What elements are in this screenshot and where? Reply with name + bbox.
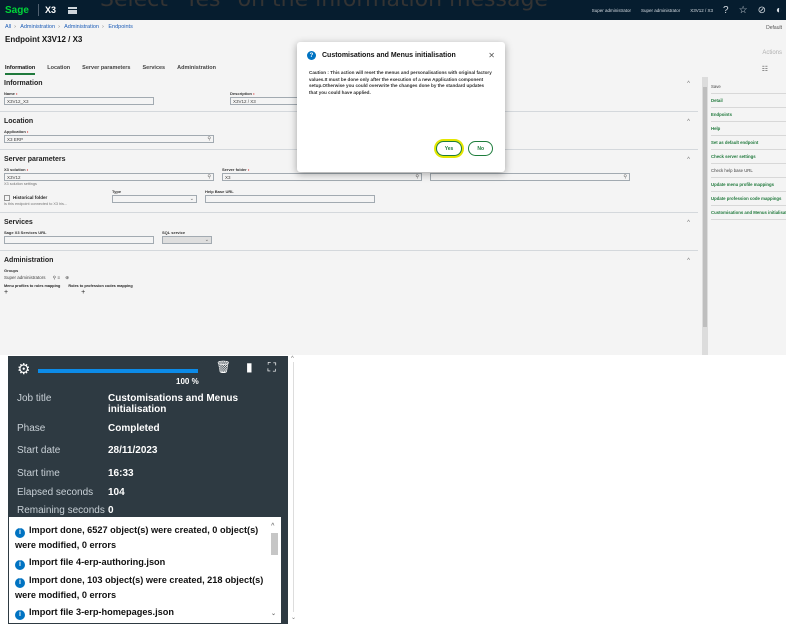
job-title-row: Job title Customisations and Menus initi… (17, 393, 277, 415)
log-line: i Import done, 6527 object(s) were create… (15, 525, 259, 550)
sage-logo[interactable]: Sage (0, 5, 32, 16)
scroll-up-icon: ^ (271, 523, 275, 529)
job-log[interactable]: i Import done, 6527 object(s) were create… (9, 517, 281, 623)
elapsed-seconds-row: Elapsed seconds 104 (17, 487, 277, 498)
start-date-value: 28/11/2023 (108, 445, 158, 456)
progress-label: 100 % (176, 377, 199, 386)
delete-icon[interactable]: 🗑 (216, 360, 231, 375)
start-date-row: Start date 28/11/2023 (17, 445, 277, 456)
log-line: i Import file 3-erp-homepages.json (15, 605, 267, 620)
phase-row: Phase Completed (17, 423, 277, 434)
instruction-caption: Select "Yes" on the information message (100, 0, 548, 12)
start-time-row: Start time 16:33 (17, 468, 277, 479)
compass-icon[interactable]: ⊘ (758, 5, 766, 16)
no-button[interactable]: No (468, 141, 493, 156)
log-line: i Import file 4-erp-authoring.json (15, 555, 267, 570)
log-line: i Import done, 103 object(s) were created… (15, 575, 264, 600)
hamburger-menu-icon[interactable] (68, 6, 78, 14)
outer-scrollbar[interactable] (293, 362, 294, 612)
elapsed-seconds-value: 104 (108, 487, 125, 498)
dialog-title: Customisations and Menus initialisation (322, 52, 456, 59)
job-status-panel: ⚙ 100 % 🗑 ▮ ⛶ Job title Customisations a… (8, 356, 288, 624)
remaining-seconds-row: Remaining seconds 0 (17, 505, 277, 516)
scroll-down-icon[interactable]: ⌄ (291, 614, 296, 621)
yes-button[interactable]: Yes (435, 141, 463, 156)
info-icon: i (15, 578, 25, 588)
sage-x3-endpoint-page: Sage X3 Super administrator Super admini… (0, 0, 786, 355)
top-right-area: Super administrator Super administrator … (592, 5, 786, 16)
job-title-value: Customisations and Menus initialisation (108, 393, 239, 415)
phase-value: Completed (108, 423, 160, 434)
start-time-value: 16:33 (108, 468, 134, 479)
user-icon[interactable]: ◐ (776, 5, 782, 16)
info-icon: i (15, 610, 25, 620)
copy-icon[interactable]: ▮ (246, 360, 253, 375)
star-icon[interactable]: ☆ (739, 5, 748, 16)
gear-icon: ⚙ (17, 361, 31, 378)
scroll-down-icon: ⌄ (271, 611, 277, 617)
info-icon: i (15, 528, 25, 538)
user-profile-link[interactable]: Super administrator (592, 8, 631, 13)
product-name: X3 (45, 5, 57, 15)
help-icon[interactable]: ? (723, 5, 729, 16)
user-role-link[interactable]: Super administrator (641, 8, 680, 13)
dialog-message: Caution : This action will reset the men… (309, 70, 492, 95)
expand-icon[interactable]: ⛶ (268, 360, 276, 375)
endpoint-link[interactable]: X3V12 / X3 (690, 8, 713, 13)
progress-bar-fill (38, 369, 198, 373)
info-icon: i (15, 560, 25, 570)
progress-bar (38, 369, 198, 373)
close-icon[interactable]: ✕ (488, 51, 495, 60)
confirmation-dialog: ? Customisations and Menus initialisatio… (297, 42, 505, 172)
remaining-seconds-value: 0 (108, 505, 114, 516)
divider (38, 4, 39, 16)
log-scrollbar[interactable]: ^ ⌄ (270, 519, 279, 621)
info-icon: ? (307, 51, 316, 60)
